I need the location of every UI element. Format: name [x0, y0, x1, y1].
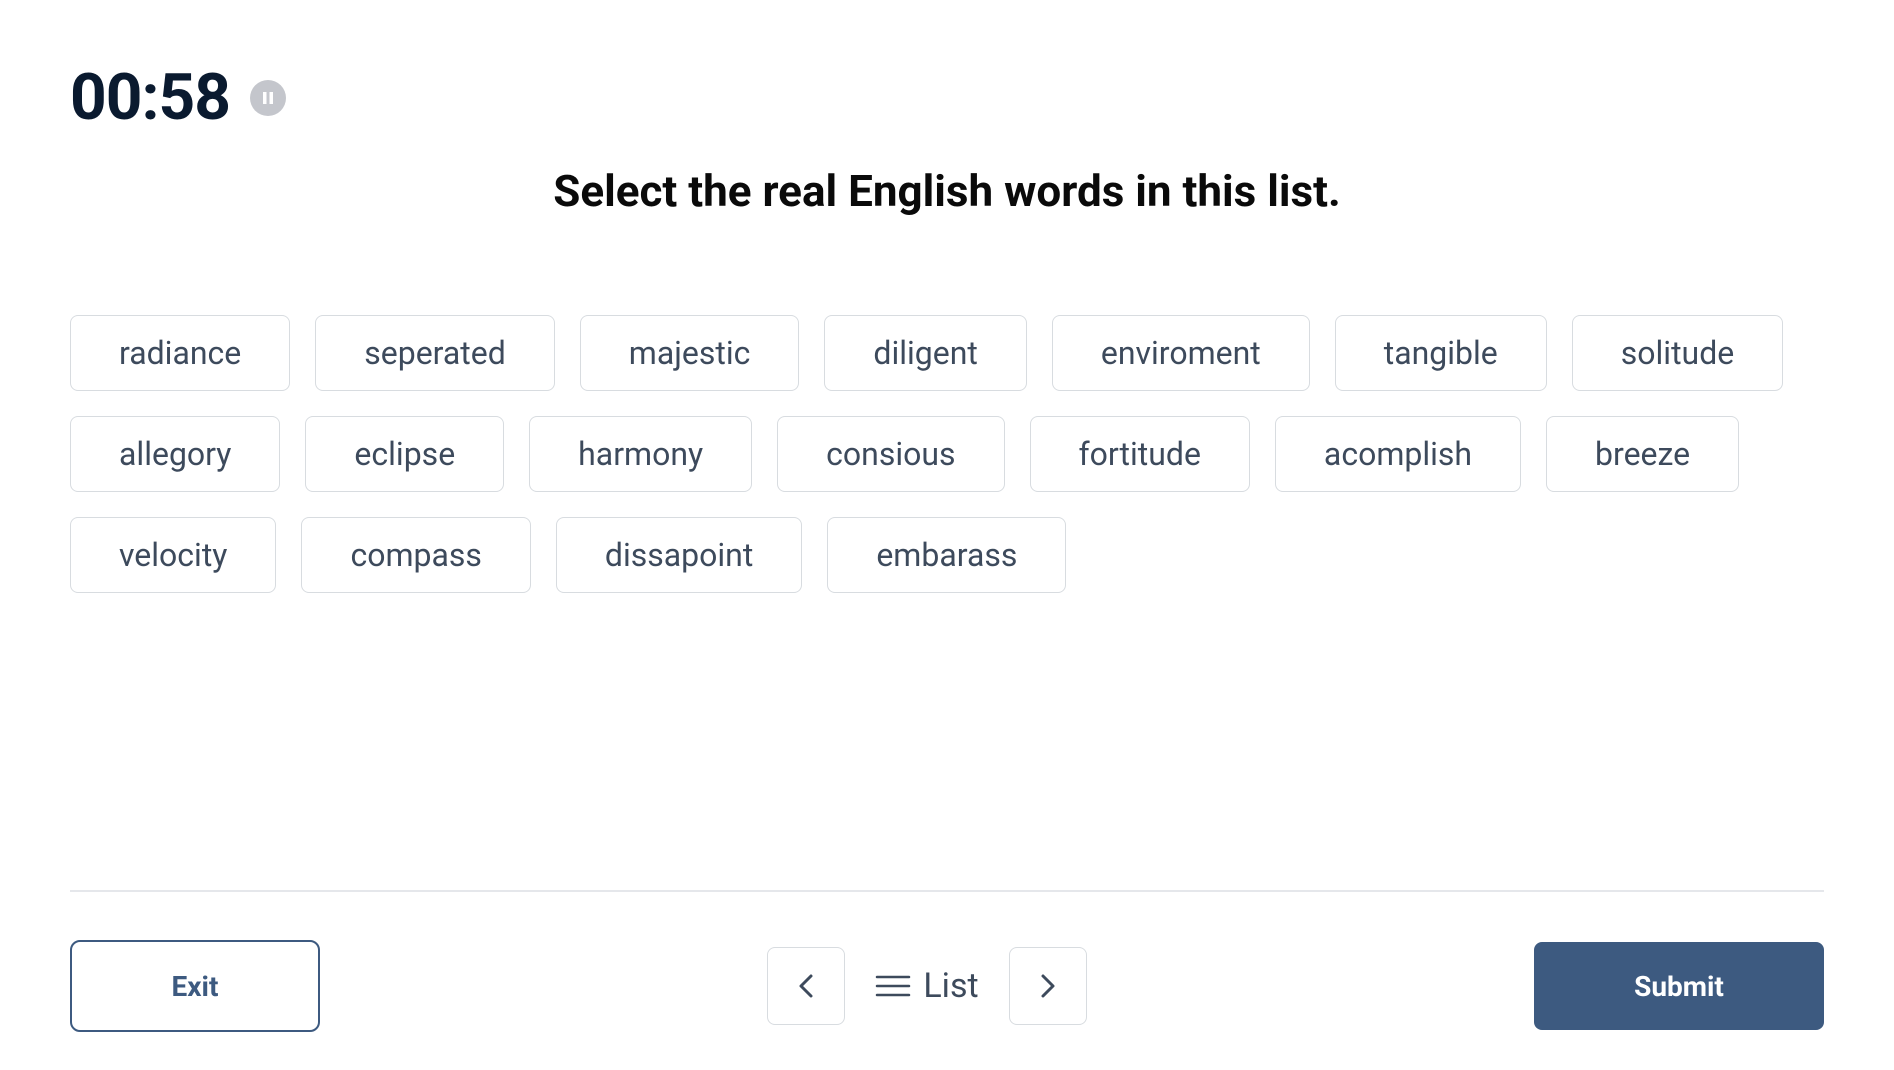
exit-button[interactable]: Exit [70, 940, 320, 1032]
nav-controls: List [767, 947, 1086, 1025]
footer-bar: Exit List Submit [70, 890, 1824, 1070]
timer-display: 00:58 [70, 60, 230, 135]
word-option[interactable]: enviroment [1052, 315, 1310, 391]
pause-icon [261, 91, 275, 105]
word-option[interactable]: dissapoint [556, 517, 802, 593]
word-option[interactable]: eclipse [305, 416, 504, 492]
word-option[interactable]: tangible [1335, 315, 1547, 391]
word-option[interactable]: velocity [70, 517, 276, 593]
word-option[interactable]: radiance [70, 315, 290, 391]
word-option[interactable]: fortitude [1030, 416, 1250, 492]
pause-button[interactable] [250, 80, 286, 116]
word-option[interactable]: harmony [529, 416, 752, 492]
prev-button[interactable] [767, 947, 845, 1025]
next-button[interactable] [1009, 947, 1087, 1025]
word-option[interactable]: allegory [70, 416, 280, 492]
chevron-left-icon [795, 972, 817, 1000]
word-option[interactable]: consious [777, 416, 1004, 492]
chevron-right-icon [1037, 972, 1059, 1000]
word-option[interactable]: acomplish [1275, 416, 1521, 492]
word-option[interactable]: diligent [824, 315, 1026, 391]
submit-button[interactable]: Submit [1534, 942, 1824, 1030]
list-button[interactable]: List [863, 966, 990, 1006]
word-option[interactable]: compass [301, 517, 530, 593]
word-option[interactable]: breeze [1546, 416, 1739, 492]
word-option[interactable]: solitude [1572, 315, 1783, 391]
word-option[interactable]: seperated [315, 315, 555, 391]
instruction-text: Select the real English words in this li… [553, 165, 1341, 217]
words-grid: radiance seperated majestic diligent env… [70, 315, 1824, 593]
list-label: List [923, 966, 978, 1006]
list-icon [875, 972, 911, 1000]
word-option[interactable]: embarass [827, 517, 1066, 593]
word-option[interactable]: majestic [580, 315, 800, 391]
